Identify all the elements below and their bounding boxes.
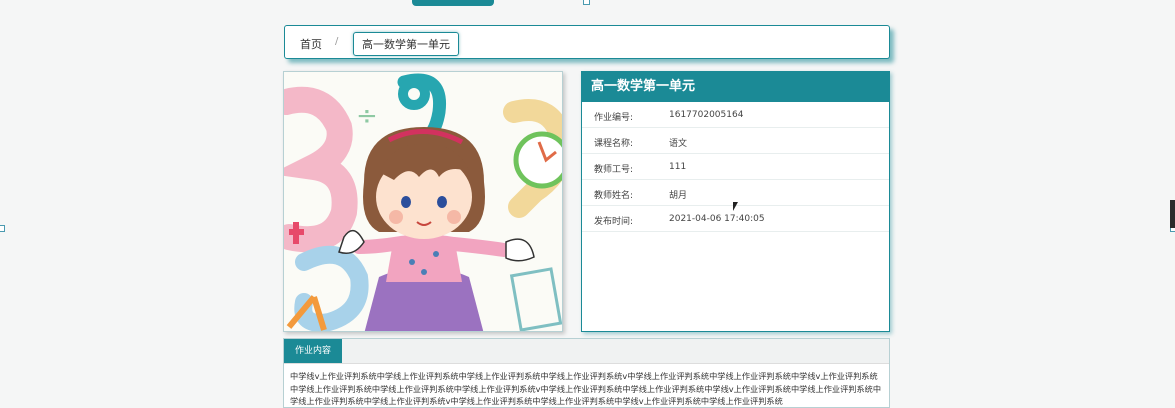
info-row-id: 作业编号: 1617702005164 [582,102,889,128]
side-handle[interactable] [1170,200,1175,228]
info-row-teacher-id: 教师工号: 111 [582,154,889,180]
info-value: 111 [669,162,687,172]
info-value: 语文 [669,139,688,149]
content-tab-bar: 作业内容 [284,339,889,364]
info-value: 1617702005164 [669,110,744,120]
info-value: 2021-04-06 17:40:05 [669,214,765,224]
assignment-content-section: 作业内容 中学线v上作业评判系统中学线上作业评判系统中学线上作业评判系统中学线上… [283,338,890,408]
info-row-course: 课程名称: 语文 [582,128,889,154]
breadcrumb: 首页 / 高一数学第一单元 [284,25,890,59]
breadcrumb-home-link[interactable]: 首页 [300,36,322,52]
resize-handle-icon [583,0,590,5]
resize-handle-icon [0,225,5,232]
info-label: 教师姓名: [594,191,634,201]
svg-text:÷: ÷ [356,101,378,131]
assignment-image: ÷ [283,71,563,332]
info-label: 教师工号: [594,165,634,175]
girl-with-numbers-illustration: ÷ [284,72,562,331]
top-nav-active-tab[interactable] [412,0,494,6]
breadcrumb-separator: / [335,36,339,47]
mouse-pointer-icon [733,202,738,211]
info-label: 课程名称: [594,139,634,149]
info-label: 发布时间: [594,217,634,227]
tab-assignment-content[interactable]: 作业内容 [284,339,342,363]
info-label: 作业编号: [594,113,634,123]
breadcrumb-current-item[interactable]: 高一数学第一单元 [353,32,459,56]
info-value: 胡月 [669,191,688,201]
assignment-title: 高一数学第一单元 [582,72,889,102]
